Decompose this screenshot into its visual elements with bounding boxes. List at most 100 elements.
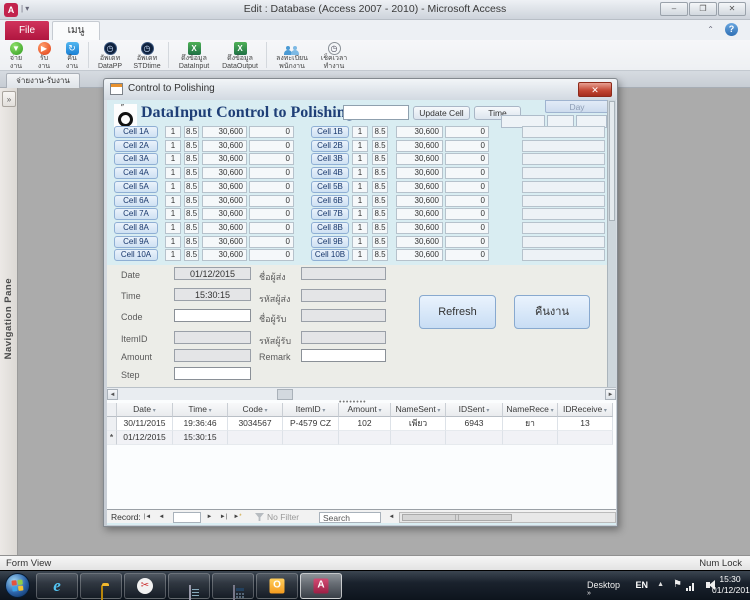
cell-button-a[interactable]: Cell 7A	[114, 208, 158, 220]
volume-icon[interactable]	[706, 582, 710, 588]
hours-field[interactable]: 8.5	[372, 195, 388, 207]
extra-field[interactable]	[522, 167, 605, 179]
remark-field[interactable]	[301, 349, 386, 362]
actual-field[interactable]: 0	[249, 236, 294, 248]
qty-field[interactable]: 1	[352, 249, 368, 261]
taskbar-notepad[interactable]	[168, 573, 210, 599]
ribbon-button-update-datapp[interactable]: ◷ อัพเดท DataPP	[92, 41, 128, 70]
close-icon[interactable]: ✕	[718, 2, 746, 16]
no-filter-button[interactable]: No Filter	[267, 512, 299, 522]
target-field[interactable]: 30,600	[396, 126, 443, 138]
hours-field[interactable]: 8.5	[372, 167, 388, 179]
sort-dropdown-icon[interactable]: ▾	[321, 408, 326, 414]
actual-field[interactable]: 0	[445, 153, 489, 165]
cell-button-a[interactable]: Cell 9A	[114, 236, 158, 248]
cell-button-b[interactable]: Cell 2B	[311, 140, 349, 152]
table-cell[interactable]: 13	[558, 417, 613, 431]
cell-button-b[interactable]: Cell 1B	[311, 126, 349, 138]
code-field[interactable]	[174, 309, 251, 322]
target-field[interactable]: 30,600	[202, 249, 247, 261]
actual-field[interactable]: 0	[445, 181, 489, 193]
cell-button-b[interactable]: Cell 7B	[311, 208, 349, 220]
actual-field[interactable]: 0	[445, 208, 489, 220]
qty-field[interactable]: 1	[352, 167, 368, 179]
table-cell[interactable]: 01/12/2015	[117, 431, 173, 445]
scroll-left-icon[interactable]: ◄	[107, 389, 118, 400]
qty-field[interactable]: 1	[165, 140, 181, 152]
hours-field[interactable]: 8.5	[184, 236, 199, 248]
actual-field[interactable]: 0	[445, 195, 489, 207]
table-cell[interactable]: ยา	[503, 417, 558, 431]
taskbar-internet-explorer[interactable]: e	[36, 573, 78, 599]
nav-pane-expand-icon[interactable]: »	[2, 91, 16, 107]
actual-field[interactable]: 0	[249, 222, 294, 234]
target-field[interactable]: 30,600	[396, 208, 443, 220]
qty-field[interactable]: 1	[352, 153, 368, 165]
target-field[interactable]: 30,600	[396, 140, 443, 152]
column-header-code[interactable]: Code ▾	[228, 403, 283, 417]
qty-field[interactable]: 1	[352, 208, 368, 220]
form-titlebar[interactable]: Control to Polishing ✕	[104, 79, 617, 100]
hours-field[interactable]: 8.5	[184, 167, 199, 179]
ribbon-button-pull-dataoutput[interactable]: X ดึงข้อมูล DataOutput	[216, 41, 264, 70]
column-header-date[interactable]: Date ▾	[117, 403, 173, 417]
nav-pane-label[interactable]: Navigation Pane	[3, 278, 14, 359]
cell-button-a[interactable]: Cell 2A	[114, 140, 158, 152]
sort-dropdown-icon[interactable]: ▾	[207, 408, 212, 414]
cell-button-b[interactable]: Cell 10B	[311, 249, 349, 261]
hours-field[interactable]: 8.5	[372, 153, 388, 165]
table-cell[interactable]: 19:36:46	[173, 417, 228, 431]
column-header-idreceive[interactable]: IDReceive ▾	[558, 403, 613, 417]
qty-field[interactable]: 1	[165, 126, 181, 138]
table-cell[interactable]: 30/11/2015	[117, 417, 173, 431]
qty-field[interactable]: 1	[352, 126, 368, 138]
scrollbar-thumb[interactable]	[277, 389, 293, 400]
cell-button-a[interactable]: Cell 5A	[114, 181, 158, 193]
cell-button-a[interactable]: Cell 3A	[114, 153, 158, 165]
qty-field[interactable]: 1	[165, 181, 181, 193]
ribbon-button-receive-work[interactable]: ▶ รับ งาน	[31, 41, 57, 70]
target-field[interactable]: 30,600	[202, 126, 247, 138]
cell-button-a[interactable]: Cell 1A	[114, 126, 158, 138]
target-field[interactable]: 30,600	[396, 195, 443, 207]
ribbon-button-return-work[interactable]: ↻ คืน งาน	[59, 41, 85, 70]
tab-menu[interactable]: เมนู	[52, 21, 100, 40]
actual-field[interactable]: 0	[445, 167, 489, 179]
column-header-amount[interactable]: Amount ▾	[339, 403, 391, 417]
record-count-box[interactable]	[173, 512, 201, 523]
target-field[interactable]: 30,600	[396, 222, 443, 234]
target-field[interactable]: 30,600	[202, 167, 247, 179]
cell-button-b[interactable]: Cell 4B	[311, 167, 349, 179]
taskbar-windows-explorer[interactable]	[80, 573, 122, 599]
hours-field[interactable]: 8.5	[184, 126, 199, 138]
ribbon-button-assign-work[interactable]: ▼ จ่าย งาน	[3, 41, 29, 70]
actual-field[interactable]: 0	[249, 249, 294, 261]
hours-field[interactable]: 8.5	[184, 208, 199, 220]
show-hidden-icons[interactable]: ▲	[657, 581, 664, 588]
minimize-icon[interactable]: –	[660, 2, 688, 16]
target-field[interactable]: 30,600	[396, 181, 443, 193]
target-field[interactable]: 30,600	[202, 140, 247, 152]
search-input[interactable]: Search	[319, 512, 381, 523]
hours-field[interactable]: 8.5	[372, 126, 388, 138]
actual-field[interactable]: 0	[249, 181, 294, 193]
target-field[interactable]: 30,600	[202, 236, 247, 248]
table-cell[interactable]	[339, 431, 391, 445]
qty-field[interactable]: 1	[352, 236, 368, 248]
ribbon-button-update-stdtime[interactable]: ◷ อัพเดท STDtime	[128, 41, 166, 70]
target-field[interactable]: 30,600	[202, 153, 247, 165]
table-cell[interactable]	[558, 431, 613, 445]
cell-button-a[interactable]: Cell 6A	[114, 195, 158, 207]
sort-dropdown-icon[interactable]: ▾	[263, 408, 268, 414]
column-header-time[interactable]: Time ▾	[173, 403, 228, 417]
last-record-icon[interactable]: ►|	[217, 512, 230, 523]
hours-field[interactable]: 8.5	[372, 181, 388, 193]
hours-field[interactable]: 8.5	[184, 195, 199, 207]
target-field[interactable]: 30,600	[202, 195, 247, 207]
actual-field[interactable]: 0	[249, 167, 294, 179]
form-close-icon[interactable]: ✕	[578, 82, 612, 97]
cell-button-b[interactable]: Cell 3B	[311, 153, 349, 165]
table-cell[interactable]: 15:30:15	[173, 431, 228, 445]
qty-field[interactable]: 1	[165, 167, 181, 179]
hours-field[interactable]: 8.5	[184, 222, 199, 234]
